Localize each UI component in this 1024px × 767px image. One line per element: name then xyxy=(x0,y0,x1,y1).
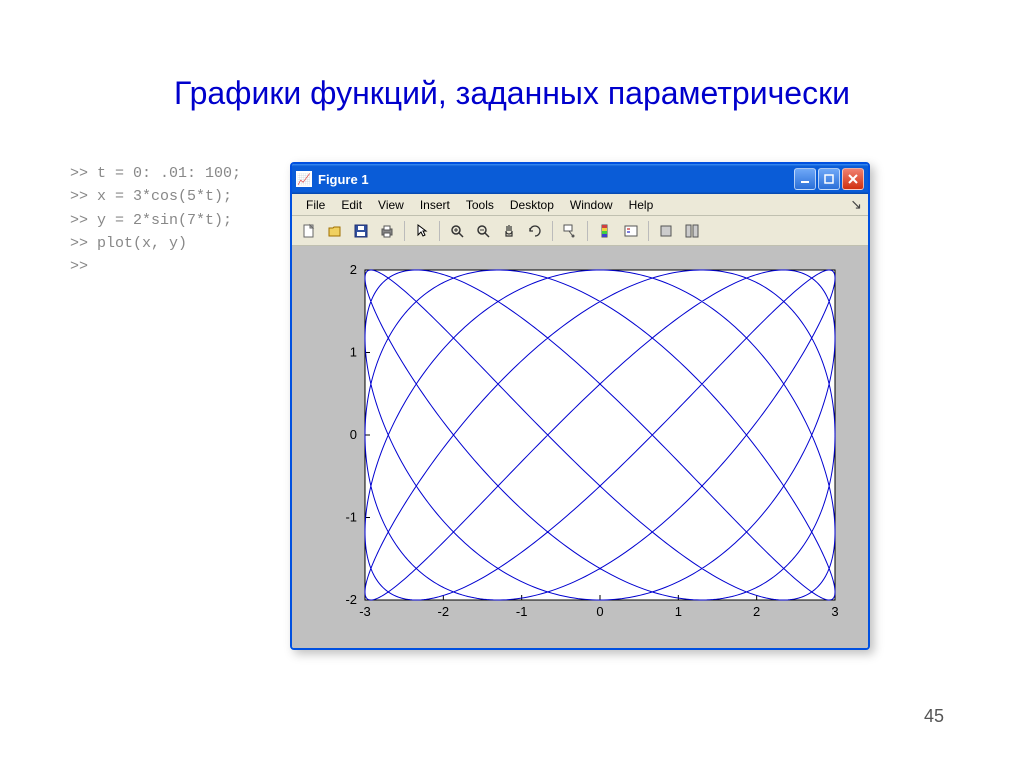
menu-edit[interactable]: Edit xyxy=(333,196,370,214)
minimize-button[interactable] xyxy=(794,168,816,190)
menu-desktop[interactable]: Desktop xyxy=(502,196,562,214)
separator xyxy=(552,221,553,241)
maximize-button[interactable] xyxy=(818,168,840,190)
toolbar xyxy=(292,216,868,246)
page-number: 45 xyxy=(924,706,944,727)
colorbar-icon[interactable] xyxy=(594,220,616,242)
svg-text:-1: -1 xyxy=(345,510,357,525)
plot-canvas[interactable]: -3-2-10123-2-1012 xyxy=(310,260,850,630)
matlab-icon: 📈 xyxy=(296,171,312,187)
separator xyxy=(439,221,440,241)
figure-window: 📈 Figure 1 FileEditViewInsertToolsDeskto… xyxy=(290,162,870,650)
svg-text:-2: -2 xyxy=(345,592,357,607)
open-icon[interactable] xyxy=(324,220,346,242)
separator xyxy=(587,221,588,241)
menubar: FileEditViewInsertToolsDesktopWindowHelp… xyxy=(292,194,868,216)
datacursor-icon[interactable] xyxy=(559,220,581,242)
pan-icon[interactable] xyxy=(498,220,520,242)
slide-title: Графики функций, заданных параметрически xyxy=(0,0,1024,162)
zoom-in-icon[interactable] xyxy=(446,220,468,242)
zoom-out-icon[interactable] xyxy=(472,220,494,242)
titlebar[interactable]: 📈 Figure 1 xyxy=(292,164,868,194)
new-icon[interactable] xyxy=(298,220,320,242)
svg-text:2: 2 xyxy=(753,604,760,619)
code-block: >> t = 0: .01: 100; >> x = 3*cos(5*t); >… xyxy=(70,162,290,278)
separator xyxy=(648,221,649,241)
svg-text:2: 2 xyxy=(350,262,357,277)
svg-text:-1: -1 xyxy=(516,604,528,619)
svg-text:3: 3 xyxy=(831,604,838,619)
close-button[interactable] xyxy=(842,168,864,190)
legend-icon[interactable] xyxy=(620,220,642,242)
hide-plot-tools-icon[interactable] xyxy=(655,220,677,242)
dock-icon[interactable]: ↘ xyxy=(850,196,862,213)
separator xyxy=(404,221,405,241)
show-plot-tools-icon[interactable] xyxy=(681,220,703,242)
window-title: Figure 1 xyxy=(318,172,792,187)
svg-text:-2: -2 xyxy=(438,604,450,619)
menu-tools[interactable]: Tools xyxy=(458,196,502,214)
menu-file[interactable]: File xyxy=(298,196,333,214)
menu-view[interactable]: View xyxy=(370,196,412,214)
menu-help[interactable]: Help xyxy=(621,196,662,214)
menu-window[interactable]: Window xyxy=(562,196,621,214)
svg-text:0: 0 xyxy=(350,427,357,442)
pointer-icon[interactable] xyxy=(411,220,433,242)
svg-text:1: 1 xyxy=(350,345,357,360)
print-icon[interactable] xyxy=(376,220,398,242)
svg-text:-3: -3 xyxy=(359,604,371,619)
rotate-icon[interactable] xyxy=(524,220,546,242)
menu-insert[interactable]: Insert xyxy=(412,196,458,214)
plot-area: -3-2-10123-2-1012 xyxy=(292,246,868,648)
save-icon[interactable] xyxy=(350,220,372,242)
svg-text:1: 1 xyxy=(675,604,682,619)
content-row: >> t = 0: .01: 100; >> x = 3*cos(5*t); >… xyxy=(0,162,1024,650)
svg-text:0: 0 xyxy=(596,604,603,619)
